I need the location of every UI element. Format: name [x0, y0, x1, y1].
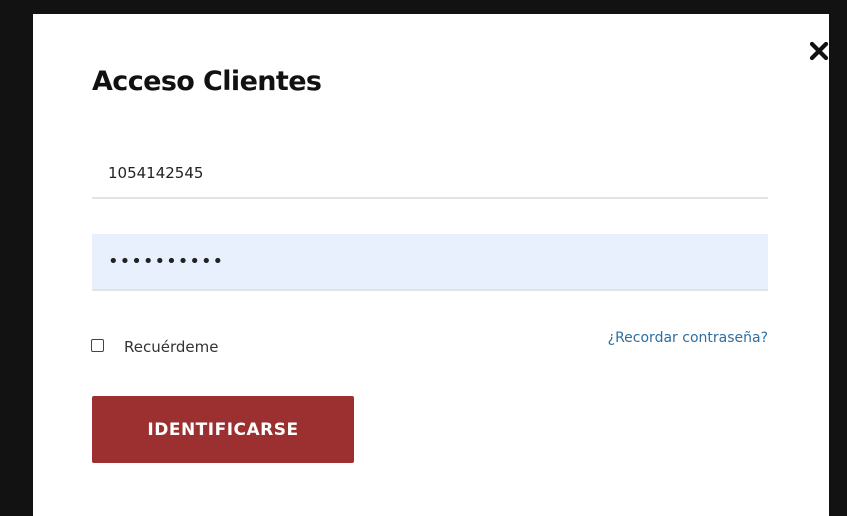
login-modal: Acceso Clientes Recuérdeme ¿Recordar con…: [33, 14, 829, 516]
password-input[interactable]: [92, 234, 768, 291]
login-button[interactable]: IDENTIFICARSE: [92, 396, 354, 463]
modal-title: Acceso Clientes: [92, 66, 322, 97]
close-button[interactable]: [808, 40, 830, 62]
remember-checkbox[interactable]: [91, 338, 104, 352]
username-input[interactable]: [92, 149, 768, 199]
remember-me: Recuérdeme: [91, 334, 218, 356]
forgot-password-link[interactable]: ¿Recordar contraseña?: [608, 330, 768, 346]
close-icon: [809, 41, 829, 61]
remember-label: Recuérdeme: [124, 338, 219, 356]
